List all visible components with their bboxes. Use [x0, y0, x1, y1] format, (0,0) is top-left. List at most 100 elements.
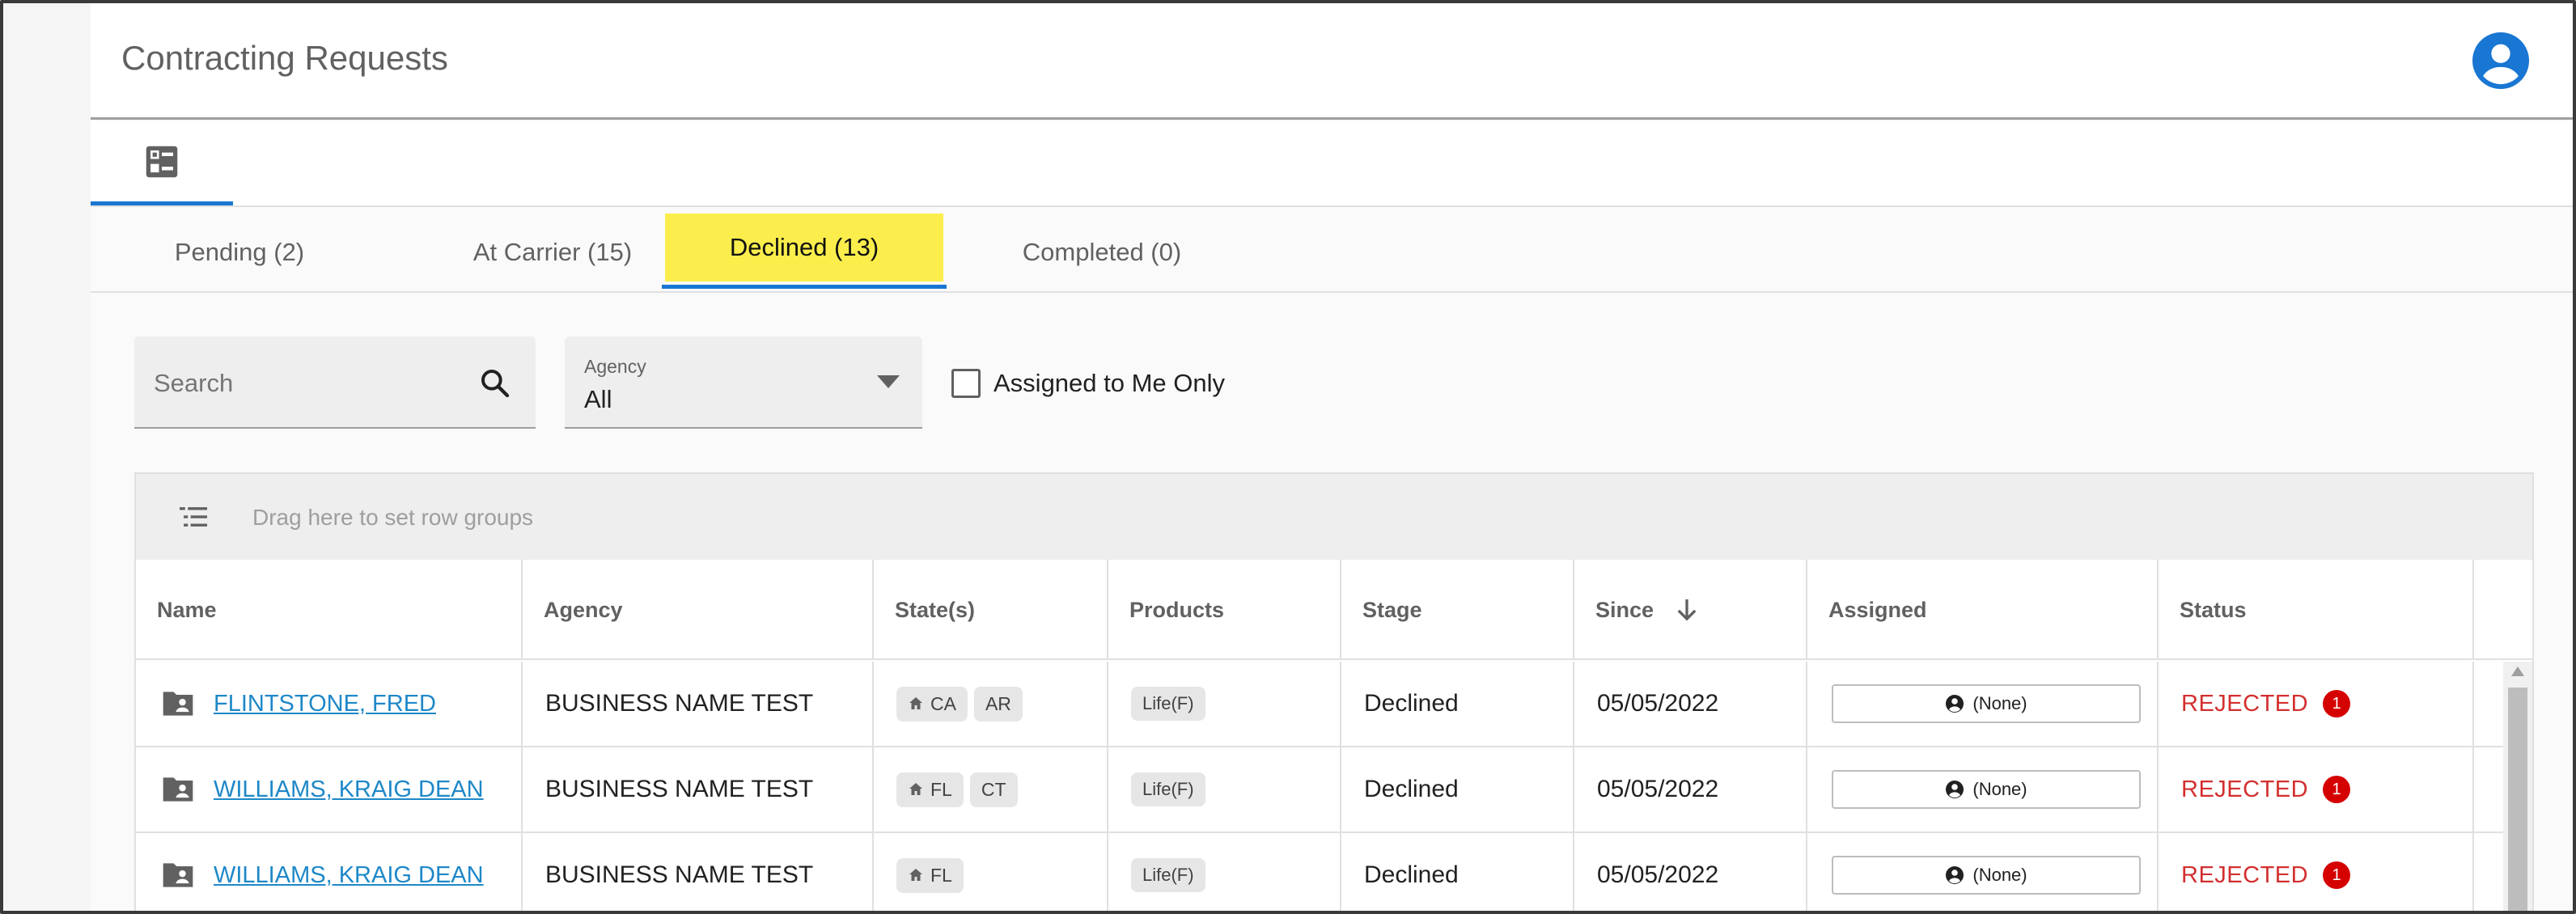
search-input[interactable]: Search — [134, 336, 536, 429]
since-cell: 05/05/2022 — [1574, 662, 1807, 746]
home-icon — [909, 869, 922, 881]
assign-label: (None) — [1972, 865, 2027, 885]
agency-value: All — [584, 385, 612, 413]
assigned-cell: (None) — [1807, 833, 2159, 911]
account-circle-icon — [1946, 866, 1964, 884]
account-circle-icon[interactable] — [2472, 32, 2529, 89]
home-icon — [909, 697, 922, 709]
app-content: Contracting Requests Pending (2) At Carr… — [91, 3, 2573, 911]
scroll-up-arrow-icon[interactable] — [2510, 665, 2526, 678]
agency-cell: BUSINESS NAME TEST — [523, 662, 874, 746]
name-link[interactable]: WILLIAMS, KRAIG DEAN — [214, 862, 484, 889]
state-chip: CT — [969, 772, 1018, 807]
tab-completed[interactable]: Completed (0) — [964, 214, 1239, 291]
assigned-cell: (None) — [1807, 662, 2159, 746]
grid-header: Name Agency State(s) Products Stage Sinc… — [136, 560, 2532, 660]
column-header-stage[interactable]: Stage — [1341, 560, 1574, 660]
status-badge: 1 — [2323, 690, 2351, 717]
status-cell: REJECTED 1 — [2159, 747, 2474, 831]
chevron-down-icon — [877, 375, 900, 388]
list-view-icon — [146, 146, 178, 177]
agency-select[interactable]: Agency All — [565, 336, 922, 429]
tab-at-carrier[interactable]: At Carrier (15) — [411, 214, 694, 291]
product-chip: Life(F) — [1131, 858, 1205, 892]
arrow-down-icon[interactable] — [1676, 598, 1697, 622]
assigned-only-checkbox[interactable] — [951, 369, 981, 398]
status-text: REJECTED — [2181, 861, 2309, 888]
home-state-chip: FL — [896, 772, 964, 807]
tab-pending[interactable]: Pending (2) — [102, 214, 377, 291]
status-badge: 1 — [2323, 776, 2351, 803]
home-icon — [909, 783, 922, 795]
row-group-panel[interactable]: Drag here to set row groups — [136, 474, 2532, 560]
grid-scrollbar[interactable] — [2503, 662, 2532, 911]
column-header-status[interactable]: Status — [2159, 560, 2474, 660]
state-chip: AR — [973, 686, 1023, 721]
name-link[interactable]: WILLIAMS, KRAIG DEAN — [214, 776, 484, 803]
states-cell: FL CT — [874, 747, 1108, 831]
column-header-name[interactable]: Name — [136, 560, 523, 660]
name-cell: WILLIAMS, KRAIG DEAN — [136, 747, 523, 831]
search-icon[interactable] — [479, 367, 511, 400]
column-header-since-label: Since — [1595, 597, 1654, 622]
status-cell: REJECTED 1 — [2159, 662, 2474, 746]
folder-account-icon[interactable] — [160, 860, 196, 891]
agency-cell: BUSINESS NAME TEST — [523, 747, 874, 831]
home-state-text: FL — [930, 864, 952, 886]
requests-grid: Drag here to set row groups Name Agency … — [134, 472, 2534, 911]
folder-account-icon[interactable] — [160, 688, 196, 719]
assign-button[interactable]: (None) — [1832, 770, 2141, 809]
stage-cell: Declined — [1341, 833, 1574, 911]
column-header-assigned[interactable]: Assigned — [1807, 560, 2159, 660]
table-row: WILLIAMS, KRAIG DEAN BUSINESS NAME TEST … — [136, 747, 2532, 833]
account-circle-icon — [1946, 695, 1964, 713]
table-row: FLINTSTONE, FRED BUSINESS NAME TEST CA A… — [136, 662, 2532, 747]
assign-label: (None) — [1972, 779, 2027, 799]
status-badge: 1 — [2323, 861, 2351, 889]
agency-label: Agency — [584, 356, 646, 377]
product-chip: Life(F) — [1131, 772, 1205, 806]
assign-label: (None) — [1972, 693, 2027, 713]
assigned-only-label[interactable]: Assigned to Me Only — [994, 369, 1225, 398]
home-state-text: FL — [930, 778, 952, 800]
column-header-states[interactable]: State(s) — [874, 560, 1108, 660]
status-text: REJECTED — [2181, 776, 2309, 802]
states-cell: CA AR — [874, 662, 1108, 746]
column-header-products[interactable]: Products — [1108, 560, 1341, 660]
status-cell: REJECTED 1 — [2159, 833, 2474, 911]
scroll-thumb[interactable] — [2508, 688, 2527, 911]
app-window: Contracting Requests Pending (2) At Carr… — [0, 0, 2576, 914]
home-state-chip: CA — [896, 686, 968, 721]
assign-button[interactable]: (None) — [1832, 856, 2141, 895]
products-cell: Life(F) — [1108, 833, 1341, 911]
since-cell: 05/05/2022 — [1574, 747, 1807, 831]
app-header: Contracting Requests — [91, 3, 2573, 120]
stage-cell: Declined — [1341, 747, 1574, 831]
active-tab-indicator — [662, 285, 947, 289]
column-header-agency[interactable]: Agency — [523, 560, 874, 660]
name-link[interactable]: FLINTSTONE, FRED — [214, 691, 436, 717]
search-placeholder: Search — [154, 369, 234, 397]
column-header-since[interactable]: Since — [1574, 560, 1807, 660]
tab-declined[interactable]: Declined (13) — [665, 214, 943, 281]
row-group-icon — [180, 507, 207, 527]
since-cell: 05/05/2022 — [1574, 833, 1807, 911]
status-tabs: Pending (2) At Carrier (15) Declined (13… — [91, 207, 2573, 293]
account-circle-icon — [1946, 781, 1964, 798]
products-cell: Life(F) — [1108, 747, 1341, 831]
name-cell: WILLIAMS, KRAIG DEAN — [136, 833, 523, 911]
folder-account-icon[interactable] — [160, 774, 196, 805]
table-row: WILLIAMS, KRAIG DEAN BUSINESS NAME TEST … — [136, 833, 2532, 911]
page-title: Contracting Requests — [121, 39, 448, 77]
tab-list-view[interactable] — [91, 121, 233, 205]
assigned-cell: (None) — [1807, 747, 2159, 831]
assign-button[interactable]: (None) — [1832, 684, 2141, 723]
row-group-hint: Drag here to set row groups — [252, 505, 534, 530]
home-state-text: CA — [930, 692, 956, 714]
name-cell: FLINTSTONE, FRED — [136, 662, 523, 746]
products-cell: Life(F) — [1108, 662, 1341, 746]
agency-cell: BUSINESS NAME TEST — [523, 833, 874, 911]
home-state-chip: FL — [896, 857, 964, 893]
status-text: REJECTED — [2181, 690, 2309, 717]
states-cell: FL — [874, 833, 1108, 911]
